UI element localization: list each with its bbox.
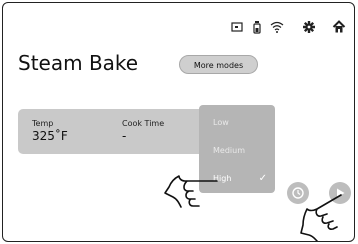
timer-icon	[250, 20, 264, 34]
check-icon: ✓	[258, 173, 267, 184]
hand-pointer-icon	[164, 175, 218, 208]
more-modes-button[interactable]: More modes	[179, 55, 258, 74]
wifi-icon	[270, 20, 284, 34]
option-medium[interactable]: Medium	[213, 146, 245, 155]
hand-pointer-icon-2	[300, 194, 342, 241]
temp-value[interactable]: 325˚F	[32, 129, 68, 143]
page-title: Steam Bake	[18, 51, 139, 75]
option-low[interactable]: Low	[213, 118, 229, 127]
status-bar	[230, 17, 346, 37]
cook-time-label: Cook Time	[122, 119, 165, 128]
oven-display: Steam Bake More modes Temp 325˚F Cook Ti…	[2, 2, 355, 242]
screen-icon	[230, 20, 244, 34]
home-icon[interactable]	[332, 20, 346, 34]
temp-label: Temp	[32, 119, 54, 128]
cook-time-value[interactable]: -	[122, 129, 126, 143]
settings-icon[interactable]	[302, 20, 316, 34]
